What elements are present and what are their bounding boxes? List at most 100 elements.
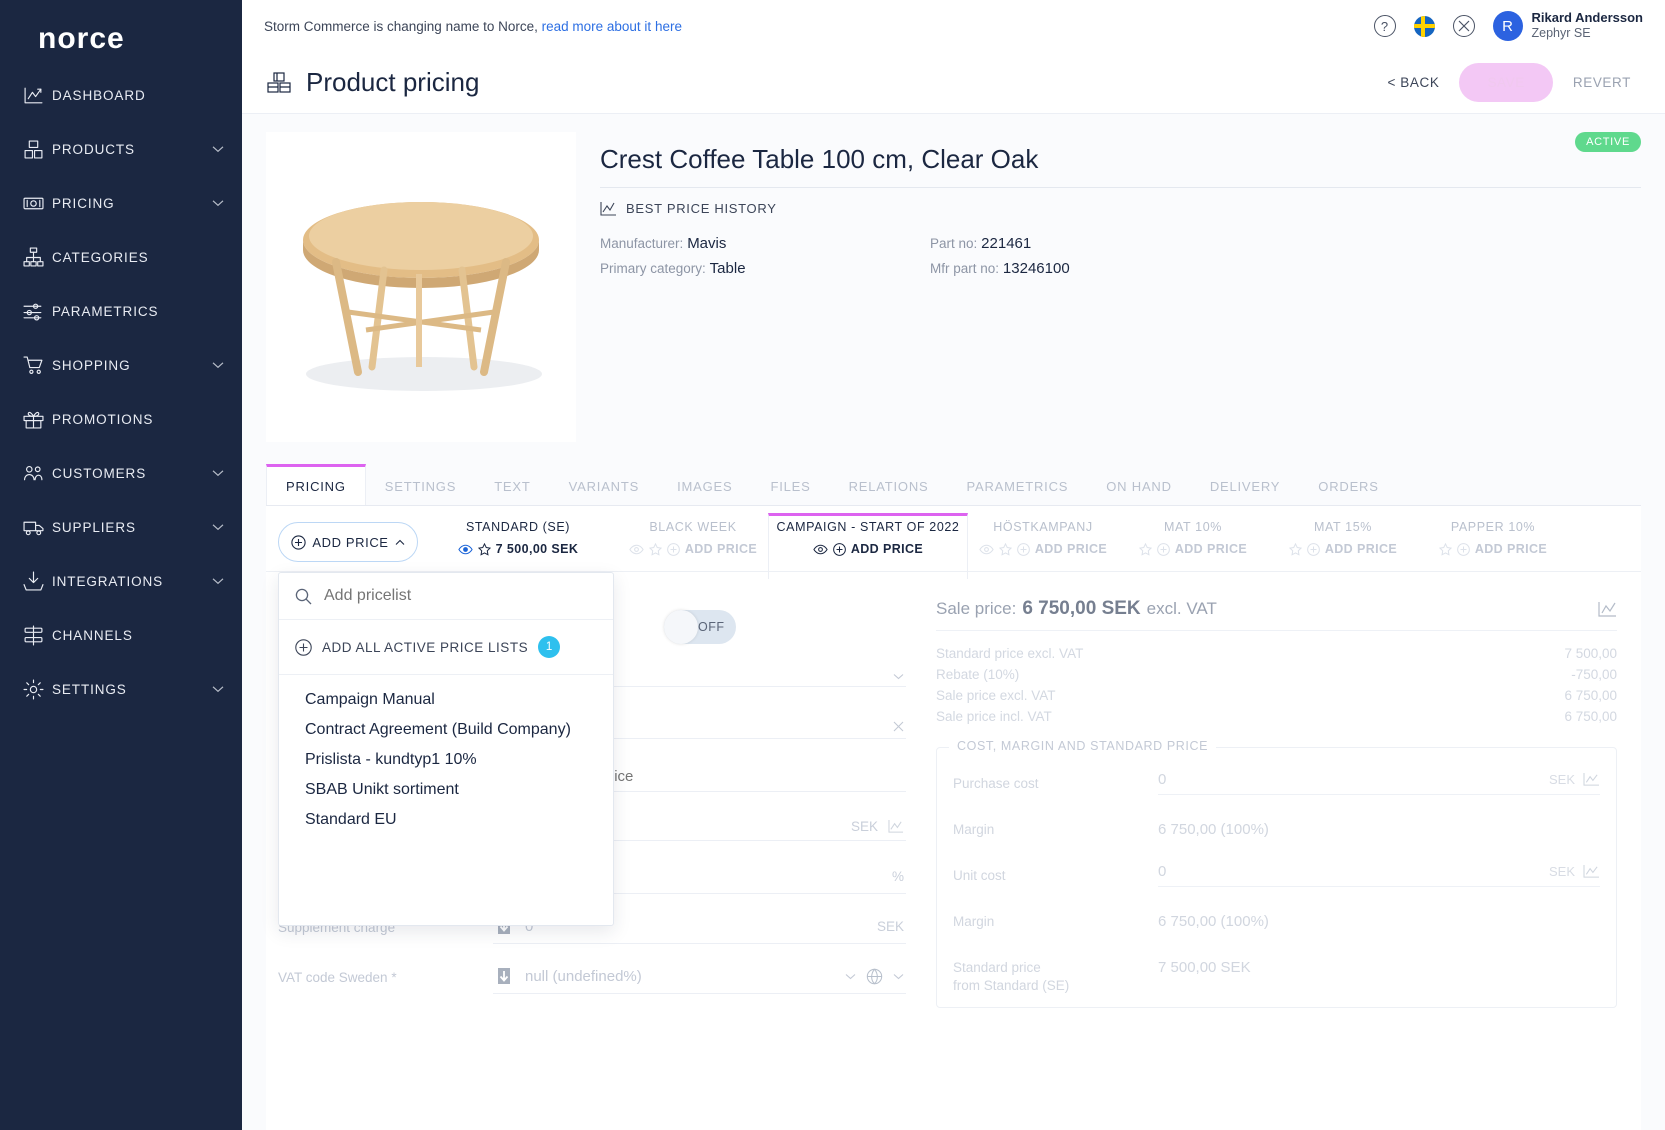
sidebar-item-pricing[interactable]: PRICING — [0, 176, 242, 230]
eye-icon[interactable] — [979, 544, 994, 555]
tab-parametrics[interactable]: PARAMETRICS — [948, 464, 1088, 505]
best-price-history-link[interactable]: BEST PRICE HISTORY — [600, 200, 1641, 217]
pricelist-actions: ADD PRICE — [968, 542, 1118, 556]
pricelist-option[interactable]: Campaign Manual — [279, 685, 613, 715]
cost-control[interactable]: 0 SEK — [1158, 771, 1600, 795]
form-control[interactable]: null (undefined%) — [493, 961, 906, 994]
sidebar-item-dashboard[interactable]: DASHBOARD — [0, 68, 242, 122]
pricelist-option[interactable]: Prislista - kundtyp1 10% — [279, 745, 613, 775]
pricelist-column-black-week[interactable]: BLACK WEEK ADD PRICE — [618, 516, 768, 579]
pricelist-column-papper-10[interactable]: PAPPER 10% ADD PRICE — [1418, 516, 1568, 579]
plus-circle-icon[interactable] — [1016, 542, 1030, 556]
swedish-flag-icon[interactable] — [1413, 15, 1435, 37]
star-icon[interactable] — [477, 542, 491, 556]
globe-icon[interactable] — [866, 968, 883, 985]
tab-on-hand[interactable]: ON HAND — [1087, 464, 1191, 505]
chevron-down-icon[interactable] — [212, 685, 224, 693]
chart-line-icon[interactable] — [888, 819, 904, 834]
sidebar-item-customers[interactable]: CUSTOMERS — [0, 446, 242, 500]
sidebar-item-products[interactable]: PRODUCTS — [0, 122, 242, 176]
pricelist-option[interactable]: SBAB Unikt sortiment — [279, 775, 613, 805]
user-menu[interactable]: R Rikard Andersson Zephyr SE — [1492, 10, 1643, 42]
pricelist-option[interactable]: Standard EU — [279, 805, 613, 835]
save-button[interactable]: SAVE — [1459, 63, 1553, 102]
tab-text[interactable]: TEXT — [475, 464, 549, 505]
tab-relations[interactable]: RELATIONS — [830, 464, 948, 505]
plus-circle-icon[interactable] — [832, 542, 846, 556]
add-price-dropdown-button[interactable]: ADD PRICE — [278, 522, 418, 562]
pricelist-column-mat-10[interactable]: MAT 10% ADD PRICE — [1118, 516, 1268, 579]
tab-images[interactable]: IMAGES — [658, 464, 751, 505]
sidebar-item-suppliers[interactable]: SUPPLIERS — [0, 500, 242, 554]
eye-icon[interactable] — [458, 544, 473, 555]
chart-line-icon[interactable] — [1583, 864, 1600, 879]
main-content: Storm Commerce is changing name to Norce… — [242, 0, 1665, 1130]
announcement-link[interactable]: read more about it here — [542, 19, 682, 34]
sidebar-item-parametrics[interactable]: PARAMETRICS — [0, 284, 242, 338]
pricelist-column-standard-se[interactable]: STANDARD (SE) 7 500,00 SEK — [418, 516, 618, 579]
app-logo[interactable]: norce — [0, 10, 242, 68]
pricelist-option[interactable]: Contract Agreement (Build Company) — [279, 715, 613, 745]
star-icon[interactable] — [1438, 542, 1452, 556]
plus-circle-icon[interactable] — [1156, 542, 1170, 556]
sidebar-item-channels[interactable]: CHANNELS — [0, 608, 242, 662]
back-button[interactable]: < BACK — [1375, 66, 1451, 99]
plus-circle-icon[interactable] — [666, 542, 680, 556]
chevron-down-icon[interactable] — [212, 469, 224, 477]
topbar: Storm Commerce is changing name to Norce… — [242, 0, 1665, 52]
chevron-down-icon[interactable] — [212, 145, 224, 153]
tab-delivery[interactable]: DELIVERY — [1191, 464, 1299, 505]
chart-line-icon[interactable] — [1583, 772, 1600, 787]
tab-files[interactable]: FILES — [751, 464, 829, 505]
pricelist-column-h-stkampanj[interactable]: HÖSTKAMPANJ ADD PRICE — [968, 516, 1118, 579]
chevron-down-icon[interactable] — [893, 973, 904, 980]
chevron-down-icon[interactable] — [212, 523, 224, 531]
pricelist-search-input[interactable] — [324, 587, 597, 605]
help-icon[interactable]: ? — [1373, 15, 1396, 37]
star-icon[interactable] — [1288, 542, 1302, 556]
meta-label: Primary category: — [600, 261, 706, 276]
sidebar-item-integrations[interactable]: INTEGRATIONS — [0, 554, 242, 608]
user-org: Zephyr SE — [1531, 26, 1591, 41]
sidebar-item-categories[interactable]: CATEGORIES — [0, 230, 242, 284]
chevron-down-icon[interactable] — [212, 199, 224, 207]
star-icon[interactable] — [648, 542, 662, 556]
form-unit: SEK — [876, 919, 904, 934]
pricelist-value: 7 500,00 SEK — [495, 542, 579, 556]
plus-circle-icon[interactable] — [1306, 542, 1320, 556]
pricelist-actions: ADD PRICE — [1268, 542, 1418, 556]
pricelist-column-campaign-start-of-2022[interactable]: CAMPAIGN - START OF 2022 ADD PRICE — [768, 513, 968, 579]
sidebar-item-settings[interactable]: SETTINGS — [0, 662, 242, 716]
cost-row-subtext: from Standard (SE) — [953, 978, 1070, 993]
sidebar-item-promotions[interactable]: PROMOTIONS — [0, 392, 242, 446]
price-enabled-toggle[interactable]: OFF — [663, 610, 736, 644]
add-all-active-price-lists-button[interactable]: ADD ALL ACTIVE PRICE LISTS 1 — [279, 620, 613, 675]
chevron-down-icon[interactable] — [845, 973, 856, 980]
tab-orders[interactable]: ORDERS — [1299, 464, 1397, 505]
gift-icon — [14, 409, 52, 430]
add-all-count-badge: 1 — [538, 636, 561, 658]
close-icon[interactable] — [893, 721, 904, 732]
star-icon[interactable] — [998, 542, 1012, 556]
tab-settings[interactable]: SETTINGS — [366, 464, 475, 505]
pricelist-name: MAT 15% — [1314, 520, 1372, 534]
eye-icon[interactable] — [813, 544, 828, 555]
star-icon[interactable] — [1138, 542, 1152, 556]
chevron-down-icon[interactable] — [212, 577, 224, 585]
sidebar-item-shopping[interactable]: SHOPPING — [0, 338, 242, 392]
avatar: R — [1492, 11, 1523, 41]
chart-line-icon[interactable] — [1598, 601, 1617, 618]
tab-variants[interactable]: VARIANTS — [550, 464, 658, 505]
chevron-up-icon — [395, 539, 405, 546]
cost-label: Purchase cost — [953, 775, 1039, 791]
x-circle-icon[interactable] — [1452, 15, 1475, 37]
tab-pricing[interactable]: PRICING — [266, 464, 366, 505]
form-row: VAT code Sweden * null (undefined%) — [278, 952, 906, 1002]
eye-icon[interactable] — [629, 544, 644, 555]
cost-control[interactable]: 0 SEK — [1158, 863, 1600, 887]
plus-circle-icon[interactable] — [1456, 542, 1470, 556]
breakdown-row: Rebate (10%) -750,00 — [936, 664, 1617, 685]
chevron-down-icon[interactable] — [212, 361, 224, 369]
revert-button[interactable]: REVERT — [1561, 66, 1643, 99]
pricelist-column-mat-15[interactable]: MAT 15% ADD PRICE — [1268, 516, 1418, 579]
